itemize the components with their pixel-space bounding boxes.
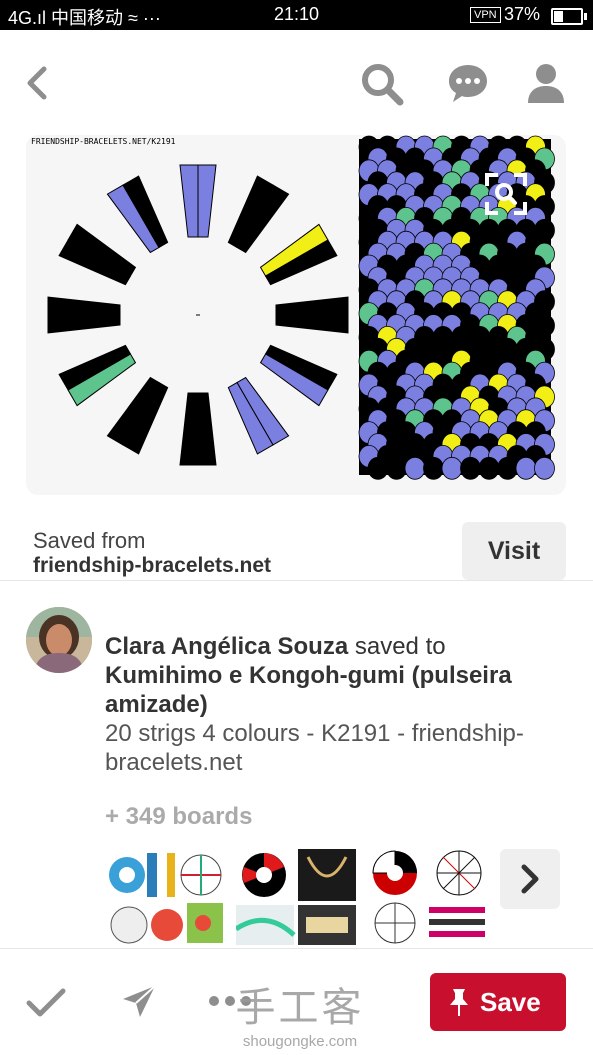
wheel-center (196, 314, 200, 316)
top-nav (0, 30, 593, 130)
saved-to-text: saved to (348, 633, 446, 660)
pin-source: Saved from friendship-bracelets.net (33, 528, 271, 578)
source-site-link[interactable]: friendship-bracelets.net (33, 554, 271, 578)
visual-search-icon[interactable] (484, 172, 528, 216)
pin-image[interactable]: FRIENDSHIP-BRACELETS.NET/K2191 (26, 135, 566, 495)
board-thumbnail[interactable] (367, 849, 487, 945)
vpn-badge: VPN (470, 7, 501, 23)
bead (404, 456, 426, 480)
person-icon[interactable] (527, 62, 565, 104)
pin-description: 20 strigs 4 colours - K2191 - friendship… (105, 720, 524, 776)
wheel-slot-segment (179, 164, 199, 238)
chevron-left-icon[interactable] (22, 66, 52, 100)
wheel-slot-segment (275, 296, 349, 316)
wheel-slot-segment (197, 164, 217, 238)
saver-name-link[interactable]: Clara Angélica Souza (105, 633, 348, 660)
watermark-text: 手工客 (235, 986, 365, 1030)
wheel-slot (47, 296, 121, 334)
bead (460, 456, 481, 480)
watermark-url: shougongke.com (242, 1033, 358, 1050)
wheel-slot (179, 164, 217, 238)
wheel-slot (275, 296, 349, 334)
wheel-slot (58, 344, 137, 407)
bead (515, 456, 537, 480)
bead (534, 456, 555, 480)
send-icon[interactable] (120, 983, 158, 1021)
wheel-slot (227, 376, 290, 455)
save-button-label: Save (480, 987, 541, 1017)
wheel-slot (106, 175, 169, 254)
wheel-slot (259, 344, 338, 407)
search-icon[interactable] (360, 62, 404, 106)
wheel-slot-segment (47, 296, 121, 316)
board-thumbnail[interactable] (105, 849, 225, 945)
divider (0, 580, 593, 581)
bead (497, 456, 518, 480)
status-bar: 4G.ıl 中国移动 ≈ ··· 21:10 VPN 37% (0, 0, 593, 30)
wheel-slot (259, 223, 338, 286)
board-name-link[interactable]: Kumihimo e Kongoh-gumi (pulseira amizade… (105, 662, 512, 718)
boards-count[interactable]: + 349 boards (105, 803, 252, 831)
chevron-right-icon (521, 864, 539, 894)
avatar[interactable] (26, 607, 92, 673)
wheel-slot-segment (275, 314, 349, 334)
bead (423, 456, 444, 480)
wheel-slot (106, 376, 169, 455)
board-thumbnail[interactable] (236, 849, 356, 945)
saver-info: Clara Angélica Souza saved to Kumihimo e… (105, 632, 565, 777)
battery-percent: 37% (504, 4, 541, 24)
watermark: 手工客 shougongke.com (215, 975, 385, 1050)
wheel-slot-segment (197, 392, 217, 466)
saved-from-label: Saved from (33, 528, 146, 553)
pin-icon (450, 989, 468, 1016)
bead (478, 456, 500, 480)
bead (367, 456, 389, 480)
bead (441, 456, 463, 480)
wheel-slot (179, 392, 217, 466)
visit-button[interactable]: Visit (462, 522, 566, 580)
wheel-slot-segment (47, 314, 121, 334)
chat-bubble-icon[interactable] (447, 62, 489, 104)
save-button[interactable]: Save (430, 973, 566, 1031)
checkmark-icon[interactable] (26, 987, 66, 1019)
boards-next-button[interactable] (500, 849, 560, 909)
wheel-slot (58, 223, 137, 286)
battery-icon (551, 8, 587, 25)
wheel-slot (227, 175, 290, 254)
wheel-slot-segment (179, 392, 199, 466)
bead (386, 456, 407, 480)
